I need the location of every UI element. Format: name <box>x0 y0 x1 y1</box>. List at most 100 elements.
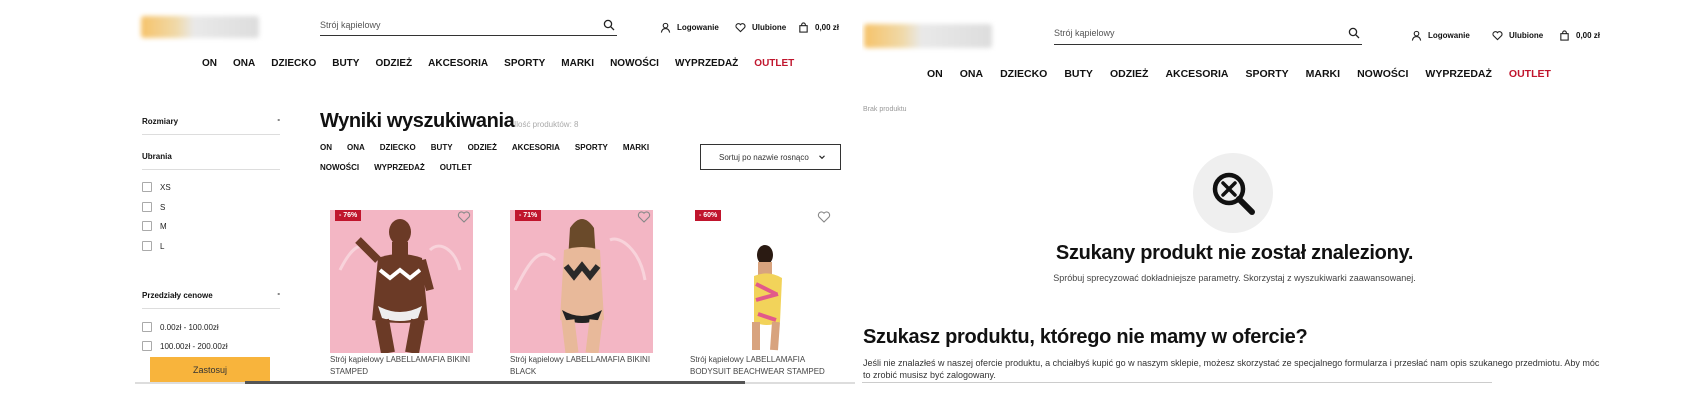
heart-icon[interactable] <box>457 210 471 224</box>
nav-item-on[interactable]: ON <box>927 68 943 80</box>
category-tab-odziez[interactable]: ODZIEŻ <box>468 143 497 152</box>
login-link[interactable]: Logowanie <box>660 22 719 33</box>
product-name[interactable]: Strój kąpielowy LABELLAMAFIA BODYSUIT BE… <box>690 354 833 378</box>
search-not-found-icon <box>1212 172 1255 215</box>
heart-icon[interactable] <box>817 210 831 224</box>
category-tab-buty[interactable]: BUTY <box>431 143 453 152</box>
product-image[interactable] <box>510 210 653 353</box>
favorites-link[interactable]: Ulubione <box>1492 30 1543 41</box>
sort-label: Sortuj po nazwie rosnąco <box>719 152 809 162</box>
collapse-toggle[interactable]: - <box>277 289 280 298</box>
filter-sizes-header[interactable]: Rozmiary - <box>142 115 280 135</box>
filter-clothing-header[interactable]: Ubrania <box>142 152 280 170</box>
price-option-label: 100.00zł - 200.00zł <box>160 341 228 351</box>
apply-filters-button[interactable]: Zastosuj <box>150 357 270 383</box>
size-option-m[interactable]: M <box>142 221 167 231</box>
search-input[interactable] <box>320 14 573 35</box>
horizontal-scrollbar[interactable] <box>862 382 1492 383</box>
category-tab-akcesoria[interactable]: AKCESORIA <box>512 143 560 152</box>
checkbox[interactable] <box>142 322 152 332</box>
nav-item-dziecko[interactable]: DZIECKO <box>1000 68 1047 80</box>
nav-item-dziecko[interactable]: DZIECKO <box>271 58 316 69</box>
nav-item-on[interactable]: ON <box>202 58 217 69</box>
category-tab-dziecko[interactable]: DZIECKO <box>380 143 416 152</box>
user-icon <box>1411 30 1422 41</box>
nav-item-wyprzedaz[interactable]: WYPRZEDAŻ <box>675 58 738 69</box>
discount-badge: - 60% <box>695 210 722 221</box>
nav-item-buty[interactable]: BUTY <box>1064 68 1093 80</box>
checkbox[interactable] <box>142 221 152 231</box>
store-logo[interactable] <box>141 16 259 38</box>
cart-link[interactable]: 0,00 zł <box>1559 30 1600 41</box>
category-tab-nowosci[interactable]: NOWOŚCI <box>320 163 359 172</box>
size-option-label: XS <box>160 182 171 192</box>
search-results-page: Logowanie Ulubione 0,00 zł ON ONA DZIECK… <box>135 0 855 400</box>
collapse-toggle[interactable]: - <box>277 115 280 124</box>
product-image[interactable] <box>690 210 833 353</box>
nav-item-nowosci[interactable]: NOWOŚCI <box>610 58 659 69</box>
main-nav: ON ONA DZIECKO BUTY ODZIEŻ AKCESORIA SPO… <box>202 58 794 69</box>
category-tab-wyprzedaz[interactable]: WYPRZEDAŻ <box>374 163 425 172</box>
not-found-subtitle: Spróbuj sprecyzować dokładniejsze parame… <box>1053 273 1416 283</box>
scrollbar-thumb[interactable] <box>245 381 745 384</box>
category-tab-on[interactable]: ON <box>320 143 332 152</box>
checkbox[interactable] <box>142 241 152 251</box>
checkbox[interactable] <box>142 341 152 351</box>
filter-price-header[interactable]: Przedziały cenowe - <box>142 289 280 309</box>
search-icon[interactable] <box>603 19 615 31</box>
nav-item-akcesoria[interactable]: AKCESORIA <box>428 58 488 69</box>
store-logo[interactable] <box>864 24 992 48</box>
filter-price-title: Przedziały cenowe <box>142 291 213 300</box>
nav-item-akcesoria[interactable]: AKCESORIA <box>1165 68 1228 80</box>
filter-clothing-title: Ubrania <box>142 152 172 161</box>
checkbox[interactable] <box>142 182 152 192</box>
size-option-l[interactable]: L <box>142 241 164 251</box>
category-tab-ona[interactable]: ONA <box>347 143 365 152</box>
login-link[interactable]: Logowanie <box>1411 30 1470 41</box>
nav-item-odziez[interactable]: ODZIEŻ <box>375 58 412 69</box>
nav-item-wyprzedaz[interactable]: WYPRZEDAŻ <box>1425 68 1492 80</box>
nav-item-marki[interactable]: MARKI <box>1306 68 1340 80</box>
nav-item-outlet[interactable]: OUTLET <box>1509 68 1551 80</box>
breadcrumb[interactable]: Brak produktu <box>863 106 907 113</box>
product-name[interactable]: Strój kąpielowy LABELLAMAFIA BIKINI BLAC… <box>510 354 653 378</box>
price-option-0-100[interactable]: 0.00zł - 100.00zł <box>142 322 219 332</box>
nav-item-sporty[interactable]: SPORTY <box>504 58 545 69</box>
size-option-label: S <box>160 202 166 212</box>
checkbox[interactable] <box>142 202 152 212</box>
price-option-label: 0.00zł - 100.00zł <box>160 322 219 332</box>
product-photo <box>513 219 647 353</box>
nav-item-marki[interactable]: MARKI <box>561 58 594 69</box>
nav-item-outlet[interactable]: OUTLET <box>754 58 794 69</box>
results-count: Ilość produktów: 8 <box>514 120 579 129</box>
nav-item-ona[interactable]: ONA <box>233 58 255 69</box>
category-tab-outlet[interactable]: OUTLET <box>440 163 472 172</box>
nav-item-sporty[interactable]: SPORTY <box>1245 68 1288 80</box>
no-results-page: Logowanie Ulubione 0,00 zł ON ONA DZIECK… <box>862 0 1617 400</box>
discount-badge: - 71% <box>515 210 542 221</box>
size-option-label: M <box>160 221 167 231</box>
favorites-link[interactable]: Ulubione <box>735 22 786 33</box>
category-tab-marki[interactable]: MARKI <box>623 143 649 152</box>
cart-link[interactable]: 0,00 zł <box>798 22 839 33</box>
product-photo <box>752 245 782 351</box>
chevron-down-icon <box>819 155 825 160</box>
not-found-title: Szukany produkt nie został znaleziony. <box>1055 242 1414 264</box>
product-name[interactable]: Strój kąpielowy LABELLAMAFIA BIKINI STAM… <box>330 354 473 378</box>
sort-dropdown[interactable]: Sortuj po nazwie rosnąco <box>700 144 841 170</box>
size-option-s[interactable]: S <box>142 202 165 212</box>
nav-item-ona[interactable]: ONA <box>960 68 983 80</box>
search-input[interactable] <box>1054 21 1316 44</box>
category-tab-sporty[interactable]: SPORTY <box>575 143 608 152</box>
heart-icon[interactable] <box>637 210 651 224</box>
nav-item-odziez[interactable]: ODZIEŻ <box>1110 68 1149 80</box>
search-icon[interactable] <box>1348 27 1360 39</box>
missing-product-title: Szukasz produktu, którego nie mamy w ofe… <box>863 326 1308 348</box>
price-option-100-200[interactable]: 100.00zł - 200.00zł <box>142 341 228 351</box>
size-option-xs[interactable]: XS <box>142 182 171 192</box>
nav-item-nowosci[interactable]: NOWOŚCI <box>1357 68 1408 80</box>
results-title: Wyniki wyszukiwania <box>320 110 515 132</box>
nav-item-buty[interactable]: BUTY <box>332 58 359 69</box>
product-image[interactable] <box>330 210 473 353</box>
heart-icon <box>1492 31 1503 41</box>
